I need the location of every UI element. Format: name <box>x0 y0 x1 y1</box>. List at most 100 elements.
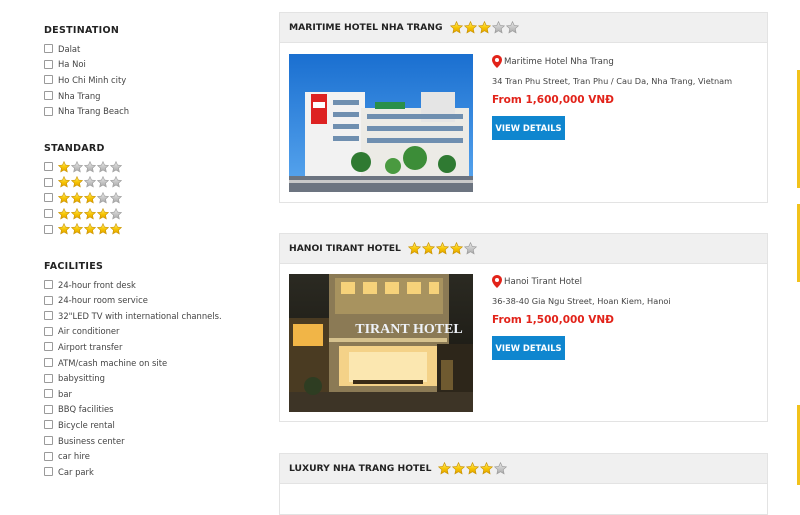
facility-option[interactable]: BBQ facilities <box>44 403 114 416</box>
facility-option[interactable]: babysitting <box>44 372 105 385</box>
destination-option[interactable]: Ha Noi <box>44 58 86 71</box>
hotel-photo[interactable]: TIRANT HOTEL <box>289 274 473 412</box>
star-empty-icon <box>110 191 122 204</box>
standard-option[interactable] <box>44 207 123 220</box>
star-empty-icon <box>491 21 505 34</box>
filter-checkbox[interactable] <box>44 209 53 219</box>
facility-option-label: Bicycle rental <box>58 419 115 430</box>
standard-option[interactable] <box>44 191 123 204</box>
facility-option-label: ATM/cash machine on site <box>58 357 168 368</box>
hotel-address: 34 Tran Phu Street, Tran Phu / Cau Da, N… <box>492 76 733 86</box>
filter-checkbox[interactable] <box>44 420 53 430</box>
star-filled-icon <box>58 207 70 220</box>
destination-option[interactable]: Ho Chi Minh city <box>44 73 126 86</box>
filter-checkbox[interactable] <box>44 358 53 367</box>
hotel-name[interactable]: LUXURY NHA TRANG HOTEL <box>289 463 431 474</box>
facility-option[interactable]: Bicycle rental <box>44 418 115 431</box>
star-filled-icon <box>407 242 421 255</box>
hotel-photo[interactable] <box>289 54 473 192</box>
facility-option-label: babysitting <box>58 373 105 384</box>
filter-checkbox[interactable] <box>44 295 53 305</box>
destination-option[interactable]: Nha Trang <box>44 89 100 102</box>
location-pin-icon <box>492 275 502 288</box>
star-filled-icon <box>58 176 70 188</box>
filter-checkbox[interactable] <box>44 106 53 116</box>
facility-option[interactable]: 32"LED TV with international channels. <box>44 309 222 322</box>
filter-checkbox[interactable] <box>44 177 53 187</box>
filter-checkbox[interactable] <box>44 311 53 321</box>
filter-checkbox[interactable] <box>44 280 53 289</box>
facility-option[interactable]: Airport transfer <box>44 340 122 353</box>
hotel-rating <box>407 242 478 255</box>
star-filled-icon <box>71 191 83 204</box>
hotel-location-name: Hanoi Tirant Hotel <box>504 276 583 287</box>
facility-option-label: 24-hour front desk <box>58 279 136 290</box>
star-filled-icon <box>84 207 96 220</box>
filter-checkbox[interactable] <box>44 373 53 383</box>
destination-option-label: Nha Trang <box>58 90 101 101</box>
star-filled-icon <box>58 223 70 235</box>
star-filled-icon <box>435 242 449 255</box>
star-filled-icon <box>97 207 109 220</box>
filter-checkbox[interactable] <box>44 467 53 477</box>
filter-checkbox[interactable] <box>44 389 53 399</box>
filter-checkbox[interactable] <box>44 91 53 101</box>
filter-checkbox[interactable] <box>44 342 53 352</box>
facility-option[interactable]: Car park <box>44 465 94 478</box>
standard-option[interactable] <box>44 160 123 173</box>
star-empty-icon <box>84 160 96 172</box>
hotel-rating <box>438 462 508 475</box>
filter-checkbox[interactable] <box>44 451 53 461</box>
filter-checkbox[interactable] <box>44 193 53 203</box>
facility-option-label: 24-hour room service <box>58 295 148 306</box>
filter-checkbox[interactable] <box>44 404 53 414</box>
destination-option[interactable]: Nha Trang Beach <box>44 105 129 118</box>
filter-checkbox[interactable] <box>44 75 53 85</box>
facility-option[interactable]: bar <box>44 387 72 400</box>
standard-option[interactable] <box>44 176 123 189</box>
facility-option[interactable]: ATM/cash machine on site <box>44 356 167 369</box>
star-filled-icon <box>58 191 70 204</box>
destination-option-label: Ho Chi Minh city <box>58 74 127 85</box>
standard-star-rating <box>58 191 123 204</box>
destination-option[interactable]: Dalat <box>44 42 80 55</box>
filter-checkbox[interactable] <box>44 59 53 69</box>
hotel-name[interactable]: HANOI TIRANT HOTEL <box>289 243 401 254</box>
star-empty-icon <box>110 176 122 188</box>
star-empty-icon <box>84 176 96 188</box>
facility-option[interactable]: 24-hour room service <box>44 294 148 307</box>
view-details-button[interactable]: VIEW DETAILS <box>492 336 565 360</box>
facility-option[interactable]: car hire <box>44 450 90 463</box>
star-empty-icon <box>110 207 122 220</box>
facility-option[interactable]: 24-hour front desk <box>44 278 136 291</box>
filter-checkbox[interactable] <box>44 224 53 234</box>
hotel-address: 36-38-40 Gia Ngu Street, Hoan Kiem, Hano… <box>492 296 671 306</box>
filter-checkbox[interactable] <box>44 44 53 53</box>
destination-option-label: Ha Noi <box>58 59 86 70</box>
hotel-rating <box>449 21 520 34</box>
hotel-name[interactable]: MARITIME HOTEL NHA TRANG <box>289 22 443 33</box>
destination-option-label: Nha Trang Beach <box>58 106 130 117</box>
standard-option[interactable] <box>44 223 123 236</box>
facility-option[interactable]: Air conditioner <box>44 325 119 338</box>
star-filled-icon <box>84 191 96 204</box>
facility-option[interactable]: Business center <box>44 434 125 447</box>
facility-option-label: Business center <box>58 435 125 446</box>
hotel-info: Hanoi Tirant Hotel 36-38-40 Gia Ngu Stre… <box>492 275 671 360</box>
standard-star-rating <box>58 176 123 188</box>
star-empty-icon <box>97 176 109 188</box>
filter-checkbox[interactable] <box>44 326 53 336</box>
location-pin-icon <box>492 55 502 68</box>
star-empty-icon <box>505 21 519 34</box>
facility-option-label: Air conditioner <box>58 326 120 337</box>
star-filled-icon <box>466 462 480 475</box>
view-details-button[interactable]: VIEW DETAILS <box>492 116 565 140</box>
hotel-card-header: MARITIME HOTEL NHA TRANG <box>280 13 767 43</box>
filter-checkbox[interactable] <box>44 436 53 445</box>
filter-checkbox[interactable] <box>44 162 53 171</box>
star-filled-icon <box>110 223 122 235</box>
facilities-title: FACILITIES <box>44 261 104 272</box>
hotel-card: MARITIME HOTEL NHA TRANG Maritime Hotel … <box>279 12 768 203</box>
star-filled-icon <box>421 242 435 255</box>
hotel-price: From 1,500,000 VNĐ <box>492 314 614 326</box>
